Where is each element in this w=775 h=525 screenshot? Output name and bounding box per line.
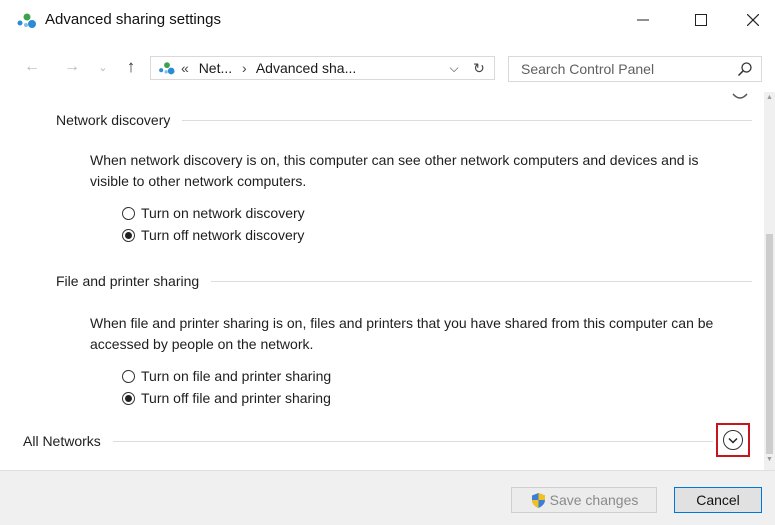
file-printer-sharing-header: File and printer sharing [56,273,752,289]
maximize-button[interactable] [678,0,724,40]
scroll-down-icon[interactable]: ▼ [765,456,774,466]
search-icon[interactable] [737,61,753,77]
arrow-left-icon: ← [24,58,40,75]
address-dropdown-button[interactable]: ⌵ [444,56,464,80]
search-box[interactable] [508,56,762,82]
chevron-down-icon: ⌵ [449,60,459,75]
crumb-advanced-sharing[interactable]: Advanced sha... [256,60,356,76]
network-sharing-icon [17,13,36,28]
forward-button[interactable]: → [62,58,82,76]
close-icon [747,14,759,26]
network-sharing-icon [159,62,175,75]
refresh-button[interactable]: ↻ [468,56,490,80]
network-discovery-description: When network discovery is on, this compu… [90,152,699,189]
refresh-icon: ↻ [473,59,485,76]
crumb-separator[interactable]: › [242,60,247,76]
navigation-bar: ← → ⌄ ↑ « Net... › Advanced sha... ⌵ ↻ [0,40,775,92]
cancel-button[interactable]: Cancel [674,487,762,513]
radio-turn-on-file-printer-sharing[interactable]: Turn on file and printer sharing [122,368,331,384]
divider [112,440,713,442]
save-changes-label: Save changes [549,492,639,508]
overflow-crumb[interactable]: « [181,60,189,76]
radio-button[interactable] [122,369,135,383]
minimize-icon [637,19,649,21]
radio-button[interactable] [122,206,135,220]
search-input[interactable] [521,60,721,78]
all-networks-header[interactable]: All Networks [23,433,713,449]
recent-locations-button[interactable]: ⌄ [96,58,110,76]
radio-label[interactable]: Turn off network discovery [141,227,304,243]
radio-label[interactable]: Turn off file and printer sharing [141,390,331,406]
divider [211,280,752,282]
radio-button-selected[interactable] [122,228,135,242]
uac-shield-icon [531,492,545,508]
back-button[interactable]: ← [22,58,42,76]
chevron-down-icon: ⌄ [98,61,108,74]
dialog-footer: Save changes Cancel [0,470,775,525]
crumb-network[interactable]: Net... [199,60,232,76]
chevron-down-icon [728,437,738,444]
section-title: File and printer sharing [56,273,200,289]
radio-turn-on-network-discovery[interactable]: Turn on network discovery [122,205,305,221]
settings-content: Network discovery When network discovery… [0,92,764,470]
minimize-button[interactable] [620,0,666,40]
network-discovery-header: Network discovery [56,112,752,128]
section-title: Network discovery [56,112,171,128]
arrow-right-icon: → [64,58,80,75]
chevron-down-circle-icon[interactable] [723,430,743,450]
scroll-up-icon[interactable]: ▲ [765,94,774,104]
scrollbar-thumb[interactable] [766,234,773,454]
arrow-up-icon: ↑ [126,57,136,76]
save-changes-button[interactable]: Save changes [511,487,657,513]
divider [182,119,752,121]
radio-label[interactable]: Turn on file and printer sharing [141,368,331,384]
radio-label[interactable]: Turn on network discovery [141,205,305,221]
radio-turn-off-file-printer-sharing[interactable]: Turn off file and printer sharing [122,390,331,406]
vertical-scrollbar[interactable]: ▲ ▼ [764,92,775,470]
window-title: Advanced sharing settings [45,11,221,28]
title-bar: Advanced sharing settings [0,0,775,40]
maximize-icon [695,14,707,26]
collapse-section-icon[interactable] [730,92,750,102]
radio-button-selected[interactable] [122,391,135,405]
section-title[interactable]: All Networks [23,433,101,449]
radio-turn-off-network-discovery[interactable]: Turn off network discovery [122,227,304,243]
close-button[interactable] [730,0,775,40]
breadcrumb: « Net... › Advanced sha... [181,60,362,76]
expand-all-networks-button[interactable] [716,423,750,457]
file-printer-sharing-description: When file and printer sharing is on, fil… [90,315,714,352]
up-button[interactable]: ↑ [122,57,140,76]
